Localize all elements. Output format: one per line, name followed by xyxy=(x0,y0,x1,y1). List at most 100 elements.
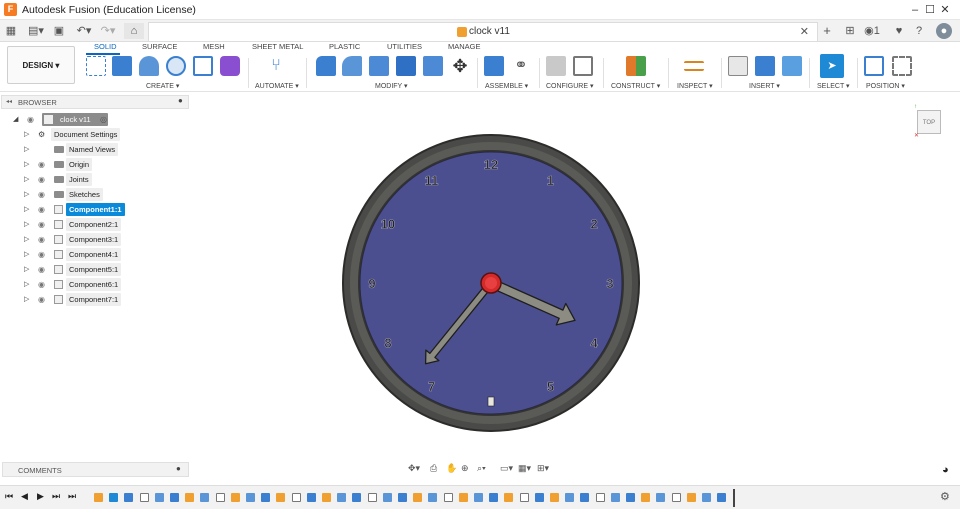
group-modify[interactable]: MODIFY ▾ xyxy=(375,82,408,90)
visibility-eye-icon[interactable]: ◉ xyxy=(38,233,45,246)
new-tab-button[interactable]: + xyxy=(820,23,834,39)
expand-triangle-icon[interactable]: ▷ xyxy=(24,203,29,216)
collapse-triangle-icon[interactable]: ◢ xyxy=(13,113,18,126)
expand-triangle-icon[interactable]: ▷ xyxy=(24,143,29,156)
comments-pin-icon[interactable]: ● xyxy=(176,464,181,473)
expand-triangle-icon[interactable]: ▷ xyxy=(24,248,29,261)
workspace-switcher[interactable]: DESIGN ▾ xyxy=(7,46,75,84)
joint-icon[interactable]: ⚭ xyxy=(511,56,531,76)
create-sketch-icon[interactable] xyxy=(86,56,106,76)
timeline-feature-icon[interactable] xyxy=(276,493,286,502)
visibility-eye-icon[interactable]: ◉ xyxy=(38,173,45,186)
expand-triangle-icon[interactable]: ▷ xyxy=(24,293,29,306)
timeline-feature-icon[interactable] xyxy=(458,493,468,502)
clock-model[interactable]: 12123457891011 xyxy=(190,92,960,484)
timeline-feature-icon[interactable] xyxy=(671,493,681,502)
group-inspect[interactable]: INSPECT ▾ xyxy=(677,82,713,90)
browser-root[interactable]: ◢ ◉ clock v11 ◎ xyxy=(10,113,190,126)
timeline-first-icon[interactable]: ⏮ xyxy=(5,491,13,502)
browser-header[interactable]: ◂◂ BROWSER ● xyxy=(1,95,189,109)
grid-settings-icon[interactable]: ▦▾ xyxy=(518,463,531,474)
expand-triangle-icon[interactable]: ▷ xyxy=(24,128,29,141)
activate-radio-icon[interactable]: ◎ xyxy=(100,113,107,126)
browser-item[interactable]: ▷ ◉ Component2:1 xyxy=(10,218,190,231)
timeline-feature-icon[interactable] xyxy=(139,493,149,502)
visibility-eye-icon[interactable]: ◉ xyxy=(38,188,45,201)
timeline-feature-icon[interactable] xyxy=(291,493,301,502)
timeline-feature-icon[interactable] xyxy=(443,493,453,502)
timeline-play-icon[interactable]: ▶ xyxy=(37,491,44,502)
viewports-icon[interactable]: ⊞▾ xyxy=(537,463,549,474)
move-copy-icon[interactable]: ✥ xyxy=(450,56,470,76)
timeline-marker[interactable] xyxy=(733,489,735,507)
browser-item[interactable]: ▷ ◉ Joints xyxy=(10,173,190,186)
visibility-eye-icon[interactable]: ◉ xyxy=(27,113,34,126)
timeline-feature-icon[interactable] xyxy=(413,493,423,502)
fit-icon[interactable]: ⌕▾ xyxy=(477,463,486,474)
browser-item[interactable]: ▷ ◉ Component5:1 xyxy=(10,263,190,276)
timeline-feature-icon[interactable] xyxy=(519,493,529,502)
timeline-feature-icon[interactable] xyxy=(641,493,651,502)
visibility-eye-icon[interactable]: ◉ xyxy=(38,158,45,171)
browser-item[interactable]: ▷ ◉ Component7:1 xyxy=(10,293,190,306)
group-insert[interactable]: INSERT ▾ xyxy=(749,82,780,90)
timeline-prev-icon[interactable]: ◀ xyxy=(21,491,28,502)
capture-position-icon[interactable] xyxy=(864,56,884,76)
browser-item[interactable]: ▷ ◉ Component6:1 xyxy=(10,278,190,291)
user-avatar[interactable]: ● xyxy=(936,23,952,39)
tab-utilities[interactable]: UTILITIES xyxy=(387,42,422,51)
close-window-button[interactable]: ✕ xyxy=(930,0,960,20)
save-icon[interactable]: ▣ xyxy=(52,23,66,39)
group-automate[interactable]: AUTOMATE ▾ xyxy=(255,82,299,90)
browser-item[interactable]: ▷ ◉ Component3:1 xyxy=(10,233,190,246)
expand-triangle-icon[interactable]: ▷ xyxy=(24,263,29,276)
revolve-icon[interactable] xyxy=(139,56,159,76)
timeline-feature-icon[interactable] xyxy=(94,493,103,502)
configuration-table-icon[interactable] xyxy=(573,56,593,76)
orbit-icon[interactable]: ✥▾ xyxy=(408,463,420,474)
group-assemble[interactable]: ASSEMBLE ▾ xyxy=(485,82,528,90)
expand-triangle-icon[interactable]: ▷ xyxy=(24,173,29,186)
insert-mesh-icon[interactable] xyxy=(755,56,775,76)
timeline-feature-icon[interactable] xyxy=(337,493,347,502)
timeline-feature-icon[interactable] xyxy=(200,493,210,502)
undo-icon[interactable]: ↶▾ xyxy=(73,23,95,39)
tab-manage[interactable]: MANAGE xyxy=(448,42,481,51)
apps-grid-icon[interactable]: ▦ xyxy=(4,23,18,39)
timeline-feature-icon[interactable] xyxy=(398,493,407,502)
timeline-feature-icon[interactable] xyxy=(322,493,331,502)
insert-derive-icon[interactable] xyxy=(728,56,748,76)
file-menu-icon[interactable]: ▤▾ xyxy=(26,23,46,39)
expand-triangle-icon[interactable]: ▷ xyxy=(24,218,29,231)
timeline-feature-icon[interactable] xyxy=(154,493,164,502)
browser-item[interactable]: ▷ ◉ Component4:1 xyxy=(10,248,190,261)
job-status-icon[interactable]: ◉1 xyxy=(862,23,882,39)
data-panel-icon[interactable]: ⊞ xyxy=(843,23,857,39)
timeline-feature-icon[interactable] xyxy=(246,493,255,502)
form-icon[interactable] xyxy=(220,56,240,76)
timeline-next-icon[interactable]: ⏭ xyxy=(52,491,60,502)
revert-position-icon[interactable] xyxy=(892,56,912,76)
timeline-feature-icon[interactable] xyxy=(382,493,392,502)
expand-triangle-icon[interactable]: ▷ xyxy=(24,278,29,291)
timeline-feature-icon[interactable] xyxy=(565,493,575,502)
timeline-feature-icon[interactable] xyxy=(261,493,271,502)
timeline-feature-icon[interactable] xyxy=(656,493,666,502)
visibility-eye-icon[interactable]: ◉ xyxy=(38,203,45,216)
tab-surface[interactable]: SURFACE xyxy=(142,42,177,51)
viewport[interactable]: TOP ↑ ✕ 12 1 2 3 4 5 7 8 9 10 11 xyxy=(190,92,960,484)
display-settings-icon[interactable]: ▭▾ xyxy=(500,463,513,474)
visibility-eye-icon[interactable]: ◉ xyxy=(38,278,45,291)
pattern-icon[interactable] xyxy=(193,56,213,76)
timeline-feature-icon[interactable] xyxy=(580,493,590,502)
redo-icon[interactable]: ↷▾ xyxy=(97,23,119,39)
automate-icon[interactable]: ⑂ xyxy=(266,56,286,76)
help-icon[interactable]: ? xyxy=(912,23,926,39)
press-pull-icon[interactable] xyxy=(316,56,336,76)
timeline-feature-icon[interactable] xyxy=(124,493,134,502)
new-component-icon[interactable] xyxy=(484,56,504,76)
timeline-feature-icon[interactable] xyxy=(367,493,377,502)
timeline-feature-icon[interactable] xyxy=(352,493,362,502)
timeline-feature-icon[interactable] xyxy=(215,493,225,502)
browser-item[interactable]: ▷ ⚙ Document Settings xyxy=(10,128,190,141)
